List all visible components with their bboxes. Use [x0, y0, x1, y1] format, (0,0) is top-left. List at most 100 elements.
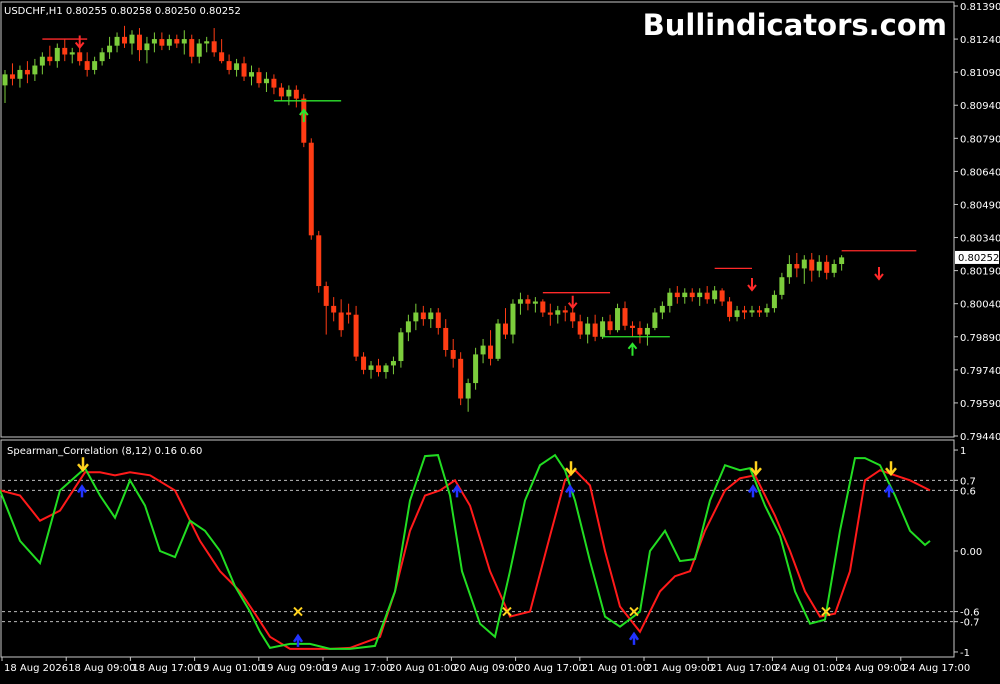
candle-body [420, 312, 426, 320]
price-tick-label: 0.79440 [960, 432, 1000, 443]
candle-body [204, 41, 210, 44]
candle-body [54, 47, 60, 62]
candle-body [174, 39, 180, 44]
candle-body [667, 292, 673, 306]
candle-body [62, 47, 68, 55]
price-tick-label: 0.81390 [960, 2, 1000, 13]
time-tick-label: 19 Aug 09:00 [261, 663, 328, 674]
price-tick-label: 0.80640 [960, 167, 1000, 178]
candle-body [181, 39, 187, 44]
candle-body [69, 52, 75, 55]
candle-body [719, 290, 725, 302]
candle-body [727, 301, 733, 317]
candle-body [712, 290, 718, 300]
candle-body [308, 142, 314, 236]
chart-terminal: USDCHF,H1 0.80255 0.80258 0.80250 0.8025… [0, 0, 1000, 680]
candle-body [159, 39, 165, 46]
candle-body [47, 56, 53, 62]
candle-body [480, 345, 486, 355]
candle-body [794, 264, 800, 269]
candle-body [9, 74, 15, 79]
price-tick-label: 0.79890 [960, 333, 1000, 344]
time-tick-label: 21 Aug 17:00 [710, 663, 777, 674]
current-price-label: 0.80252 [958, 253, 999, 264]
candle-body [510, 303, 516, 335]
price-tick-label: 0.81240 [960, 35, 1000, 46]
candle-body [286, 89, 292, 97]
price-tick-label: 0.79740 [960, 366, 1000, 377]
candle-body [615, 308, 621, 331]
candle-body [607, 321, 613, 331]
candle-body [368, 365, 374, 370]
candle-body [316, 235, 322, 287]
candle-body [622, 308, 628, 326]
candle-body [637, 327, 643, 335]
candle-body [458, 358, 464, 399]
candle-body [211, 41, 217, 53]
candle-body [600, 321, 606, 337]
candle-body [353, 314, 359, 357]
price-tick-label: 0.80040 [960, 300, 1000, 311]
candle-body [99, 52, 105, 62]
price-tick-label: 0.80340 [960, 234, 1000, 245]
candle-body [547, 312, 553, 315]
candle-body [361, 356, 367, 370]
candle-body [136, 34, 142, 51]
candle-body [331, 305, 337, 313]
candle-body [2, 74, 8, 86]
candle-body [502, 323, 508, 335]
time-tick-label: 18 Aug 09:00 [68, 663, 135, 674]
candle-body [779, 277, 785, 295]
candle-body [495, 323, 501, 359]
price-tick-label: 0.80790 [960, 134, 1000, 145]
time-tick-label: 21 Aug 09:00 [646, 663, 713, 674]
candle-body [652, 312, 658, 328]
candle-body [742, 310, 748, 313]
candle-body [405, 321, 411, 333]
candle-body [771, 294, 777, 309]
candle-body [376, 365, 381, 373]
candle-body [697, 292, 703, 298]
candle-body [151, 39, 157, 44]
indicator-tick-label: 0.6 [960, 486, 976, 497]
candle-body [585, 323, 591, 335]
candle-body [839, 257, 845, 264]
time-tick-label: 20 Aug 09:00 [453, 663, 520, 674]
candle-body [540, 301, 546, 313]
candle-body [682, 292, 688, 298]
candle-body [39, 56, 45, 66]
candle-body [114, 36, 120, 46]
candle-body [525, 299, 531, 304]
indicator-tick-label: -1 [960, 648, 970, 659]
time-tick-label: 24 Aug 01:00 [774, 663, 841, 674]
candle-body [398, 332, 404, 362]
candle-body [704, 292, 710, 300]
candle-body [801, 259, 807, 269]
candle-body [689, 292, 695, 298]
watermark-logo: Bullindicators.com [643, 8, 947, 42]
candle-body [84, 61, 90, 70]
candle-body [428, 312, 434, 320]
time-tick-label: 20 Aug 17:00 [518, 663, 585, 674]
indicator-tick-label: 1 [960, 446, 966, 457]
chart-canvas: USDCHF,H1 0.80255 0.80258 0.80250 0.8025… [0, 0, 1000, 680]
candle-body [338, 312, 344, 331]
candle-body [644, 327, 650, 335]
candle-body [734, 310, 740, 317]
candle-body [465, 383, 471, 399]
candle-body [629, 325, 635, 328]
candle-body [249, 72, 255, 77]
price-tick-label: 0.80490 [960, 200, 1000, 211]
candle-body [226, 61, 232, 70]
candle-body [122, 36, 128, 44]
candle-body [413, 312, 419, 322]
time-tick-label: 24 Aug 09:00 [839, 663, 906, 674]
candle-body [532, 301, 538, 304]
candle-body [256, 72, 262, 84]
current-price-tag: 0.80252 [955, 250, 999, 264]
candle-body [196, 43, 202, 57]
indicator-tick-label: 0.00 [960, 547, 982, 558]
candle-body [473, 354, 479, 384]
time-tick-label: 21 Aug 01:00 [582, 663, 649, 674]
time-tick-label: 18 Aug 2026 [4, 663, 68, 674]
